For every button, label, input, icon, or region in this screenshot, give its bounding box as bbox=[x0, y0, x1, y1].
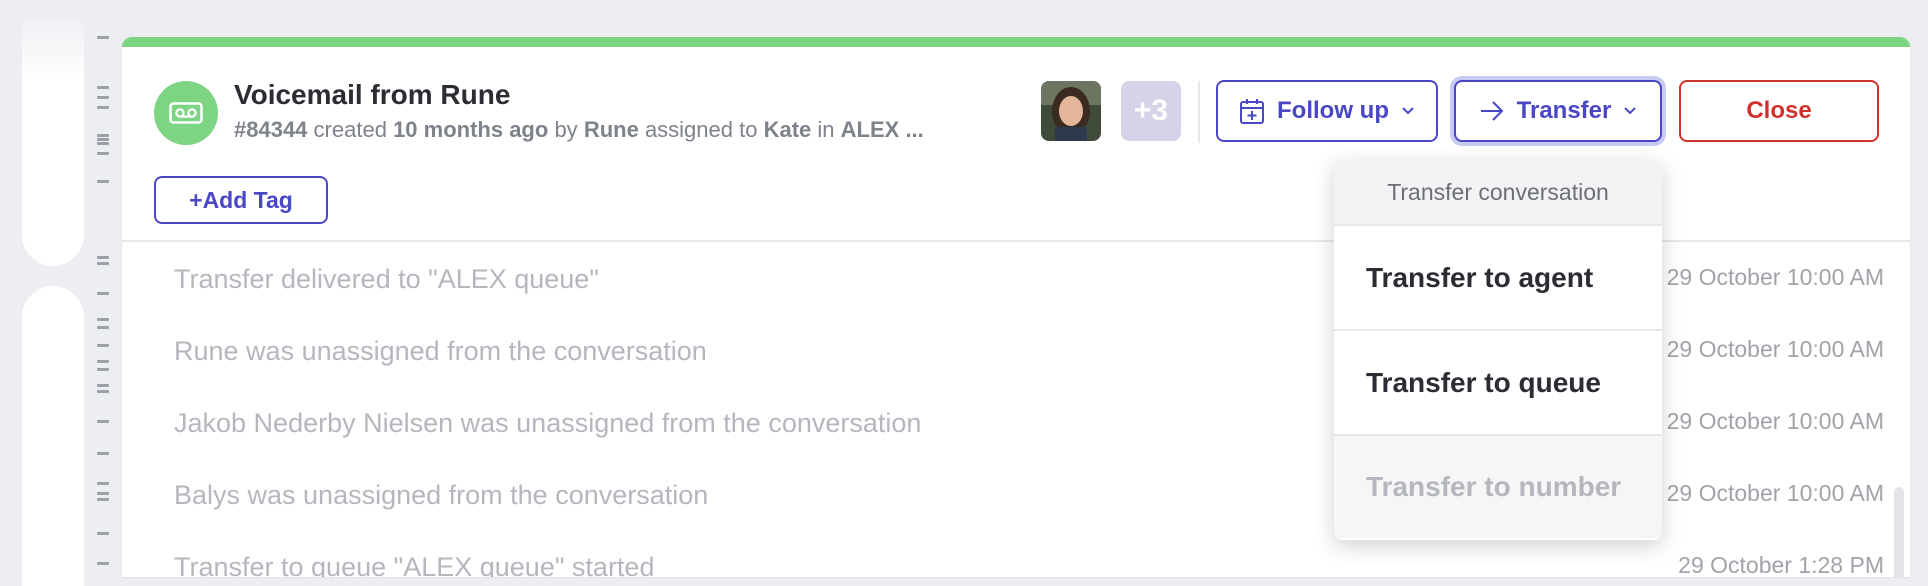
activity-text: Jakob Nederby Nielsen was unassigned fro… bbox=[174, 408, 922, 438]
extra-participants-badge[interactable]: +3 bbox=[1121, 81, 1181, 141]
left-rail bbox=[22, 20, 84, 586]
activity-text: Transfer to queue "ALEX queue" started bbox=[174, 552, 655, 577]
conversation-id: #84344 bbox=[234, 117, 308, 142]
voicemail-icon bbox=[154, 81, 218, 145]
activity-time: 29 October 10:00 AM bbox=[1666, 264, 1884, 290]
transfer-label: Transfer bbox=[1516, 97, 1612, 124]
follow-up-label: Follow up bbox=[1277, 97, 1389, 124]
conversation-meta: #84344 created 10 months ago by Rune ass… bbox=[234, 117, 924, 142]
activity-time: 29 October 10:00 AM bbox=[1666, 480, 1884, 506]
activity-time: 29 October 10:00 AM bbox=[1666, 408, 1884, 434]
scrollbar[interactable] bbox=[1894, 487, 1904, 577]
chevron-down-icon bbox=[1624, 107, 1637, 115]
transfer-menu-header: Transfer conversation bbox=[1334, 160, 1662, 224]
activity-text: Transfer delivered to "ALEX queue" bbox=[174, 264, 599, 294]
activity-time: 29 October 1:28 PM bbox=[1678, 552, 1884, 577]
follow-up-button[interactable]: Follow up bbox=[1216, 80, 1438, 142]
menu-item-transfer-to-agent[interactable]: Transfer to agent bbox=[1334, 224, 1662, 329]
transfer-button[interactable]: Transfer bbox=[1454, 80, 1662, 142]
toolbar-divider bbox=[1198, 81, 1200, 143]
activity-time: 29 October 10:00 AM bbox=[1666, 336, 1884, 362]
activity-text: Balys was unassigned from the conversati… bbox=[174, 480, 709, 510]
rail-segment-top bbox=[22, 20, 84, 266]
status-bar bbox=[122, 37, 1910, 47]
calendar-plus-icon bbox=[1240, 99, 1264, 124]
chevron-down-icon bbox=[1402, 107, 1414, 115]
conversation-title: Voicemail from Rune bbox=[234, 79, 511, 110]
created-ago: 10 months ago bbox=[393, 117, 549, 142]
add-tag-button[interactable]: +Add Tag bbox=[154, 176, 328, 224]
menu-item-transfer-to-queue[interactable]: Transfer to queue bbox=[1334, 329, 1662, 434]
rail-segment-bottom bbox=[22, 286, 84, 586]
transfer-menu: Transfer conversation Transfer to agent … bbox=[1334, 160, 1662, 540]
activity-text: Rune was unassigned from the conversatio… bbox=[174, 336, 707, 366]
scroll-ruler bbox=[97, 36, 111, 572]
list-item: Transfer to queue "ALEX queue" started 2… bbox=[174, 552, 1884, 577]
creator-name: Rune bbox=[583, 117, 639, 142]
arrow-right-icon bbox=[1480, 101, 1504, 121]
assignee-name: Kate bbox=[763, 117, 812, 142]
close-button[interactable]: Close bbox=[1679, 80, 1879, 142]
avatar[interactable] bbox=[1041, 81, 1101, 141]
queue-name: ALEX ... bbox=[840, 117, 924, 142]
menu-item-transfer-to-number: Transfer to number bbox=[1334, 434, 1662, 538]
